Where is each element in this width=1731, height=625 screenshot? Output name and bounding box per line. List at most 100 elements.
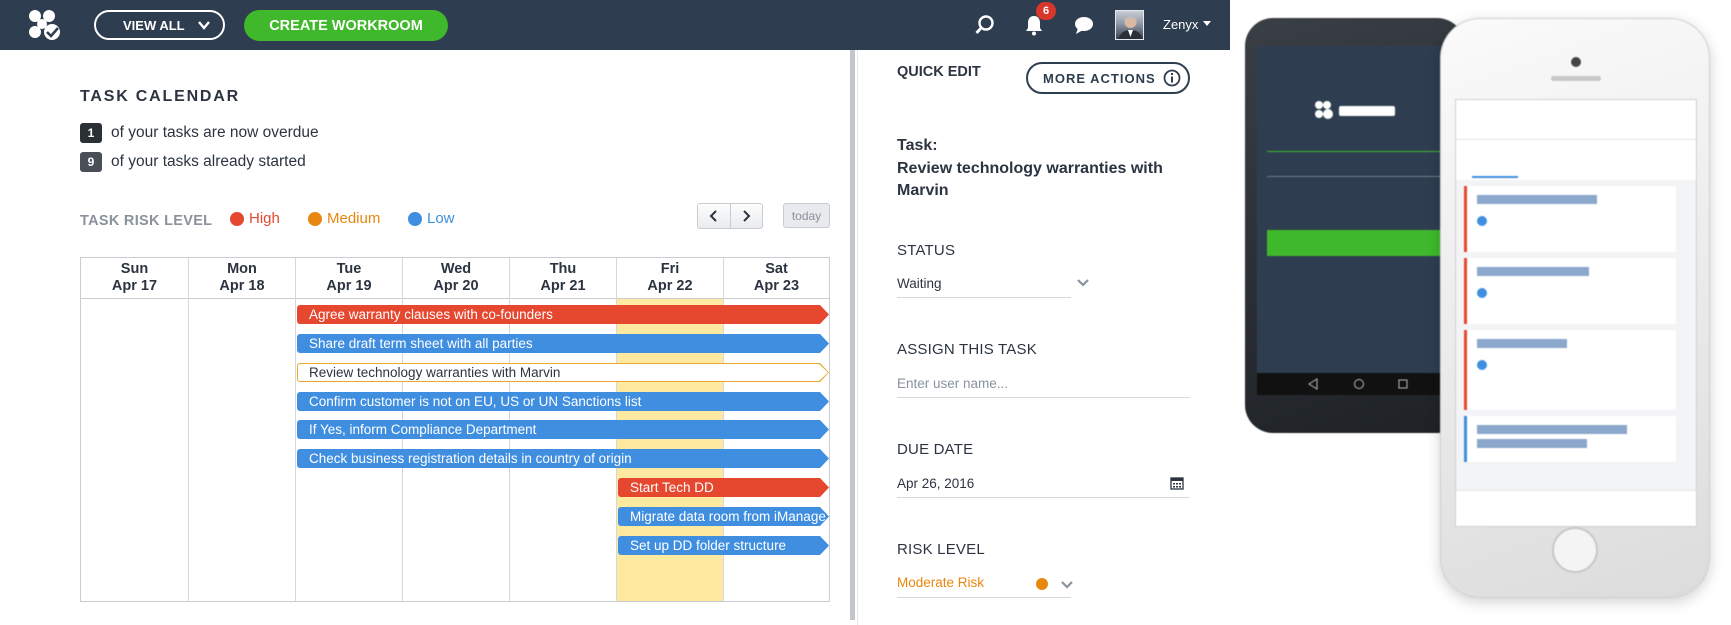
iphone-camera — [1571, 57, 1581, 67]
calendar-icon[interactable] — [1170, 476, 1184, 490]
overdue-stat: 1 of your tasks are now overdue — [80, 123, 319, 143]
create-workroom-button[interactable]: CREATE WORKROOM — [244, 10, 448, 41]
legend-medium: Medium — [308, 210, 380, 227]
high-dot-icon — [230, 211, 244, 226]
event-bar[interactable]: Agree warranty clauses with co-founders — [297, 305, 829, 324]
event-bar[interactable]: Set up DD folder structure — [618, 536, 829, 555]
legend-high-label: High — [249, 210, 280, 227]
card-title-blur — [1477, 339, 1567, 348]
view-all-label: VIEW ALL — [123, 17, 185, 33]
more-actions-button[interactable]: MORE ACTIONS — [1026, 62, 1190, 94]
iphone-card — [1464, 186, 1676, 252]
info-icon — [1163, 69, 1181, 87]
iphone-card — [1464, 258, 1676, 324]
status-chevron-down-icon[interactable] — [1076, 278, 1090, 288]
more-actions-label: MORE ACTIONS — [1043, 70, 1156, 86]
day-date: Apr 17 — [111, 278, 158, 294]
next-week-button[interactable] — [729, 204, 763, 228]
android-screen — [1257, 46, 1455, 386]
today-button[interactable]: today — [783, 203, 830, 228]
day-header: Thu Apr 21 — [510, 258, 616, 299]
day-name: Sat — [765, 261, 788, 277]
day-date: Apr 23 — [753, 278, 800, 294]
task-name: Review technology warranties with Marvin — [897, 160, 1163, 199]
legend-medium-label: Medium — [327, 210, 381, 227]
risk-level-label: RISK LEVEL — [897, 541, 985, 558]
day-name: Thu — [549, 261, 577, 277]
day-date: Apr 21 — [540, 278, 586, 294]
due-date-input[interactable]: Apr 26, 2016 — [897, 476, 974, 491]
zenyx-wordmark-logo — [1315, 101, 1395, 119]
day-name: Mon — [227, 261, 257, 277]
prev-week-button[interactable] — [698, 204, 730, 228]
card-title-blur — [1477, 425, 1627, 434]
event-bar[interactable]: Start Tech DD — [618, 478, 829, 497]
user-avatar[interactable] — [1115, 10, 1144, 40]
event-bar[interactable]: Confirm customer is not on EU, US or UN … — [297, 392, 829, 411]
overdue-count-badge: 1 — [80, 123, 102, 143]
iphone-screen — [1455, 99, 1697, 527]
event-bar[interactable]: Migrate data room from iManage — [618, 507, 829, 526]
risk-level-select[interactable]: Moderate Risk — [897, 575, 984, 590]
event-bar[interactable]: If Yes, inform Compliance Department — [297, 420, 829, 439]
view-all-button[interactable]: VIEW ALL — [94, 10, 225, 40]
card-title-blur — [1477, 267, 1589, 276]
event-bar-label: Review technology warranties with Marvin — [298, 364, 828, 381]
started-count-badge: 9 — [80, 152, 102, 172]
day-header: Wed Apr 20 — [403, 258, 509, 299]
week-calendar-grid: Sun Apr 17 Mon Apr 18 Tue Apr 19 Wed Apr 20 … — [80, 257, 830, 602]
day-header: Sun Apr 17 — [81, 258, 188, 299]
risk-dot-icon — [1036, 578, 1048, 590]
create-workroom-label: CREATE WORKROOM — [269, 17, 423, 34]
day-date: Apr 22 — [647, 278, 693, 294]
top-navigation-bar: VIEW ALL CREATE WORKROOM 6 Zenyx — [0, 0, 1230, 50]
user-name[interactable]: Zenyx — [1163, 17, 1198, 32]
status-select[interactable]: Waiting — [897, 276, 942, 291]
card-title-blur — [1477, 195, 1597, 204]
android-nav-icons — [1308, 378, 1408, 390]
event-bar-selected[interactable]: Review technology warranties with Marvin — [297, 363, 829, 382]
day-name: Tue — [336, 261, 362, 277]
user-menu-caret-icon[interactable] — [1203, 21, 1211, 26]
risk-chevron-down-icon[interactable] — [1060, 580, 1074, 590]
iphone-home-button — [1552, 527, 1598, 573]
login-button-image — [1267, 230, 1455, 256]
zenyx-logo-icon[interactable] — [26, 9, 62, 41]
day-column-sun[interactable]: Sun Apr 17 — [81, 258, 188, 601]
day-name: Fri — [660, 261, 680, 277]
started-stat: 9 of your tasks already started — [80, 152, 306, 172]
low-dot-icon — [408, 211, 422, 226]
assign-user-input[interactable]: Enter user name... — [897, 376, 1008, 391]
day-header: Sat Apr 23 — [724, 258, 829, 299]
medium-dot-icon — [308, 211, 322, 226]
day-column-mon[interactable]: Mon Apr 18 — [188, 258, 295, 601]
day-header: Tue Apr 19 — [296, 258, 402, 299]
chevron-right-icon — [743, 210, 751, 222]
status-label: STATUS — [897, 242, 956, 259]
event-bar[interactable]: Check business registration details in c… — [297, 449, 829, 468]
card-title-blur — [1477, 439, 1587, 448]
risk-underline — [897, 597, 1071, 598]
task-risk-level-label: TASK RISK LEVEL — [80, 213, 213, 229]
card-avatar-dot — [1477, 216, 1487, 226]
calendar-nav-buttons — [697, 203, 763, 229]
day-date: Apr 19 — [326, 278, 372, 294]
event-bar[interactable]: Share draft term sheet with all parties — [297, 334, 829, 353]
iphone-tabbar — [1456, 490, 1696, 526]
chat-icon[interactable] — [1073, 14, 1095, 36]
username-underline — [1267, 151, 1445, 152]
legend-low: Low — [408, 210, 455, 227]
panel-resize-handle[interactable] — [850, 50, 855, 620]
assign-underline — [897, 397, 1190, 398]
chevron-down-icon — [198, 21, 210, 30]
avatar-portrait-icon — [1118, 16, 1143, 39]
search-icon[interactable] — [974, 14, 996, 36]
task-calendar-title: TASK CALENDAR — [80, 88, 240, 105]
android-phone-image — [1245, 18, 1465, 433]
iphone-image — [1440, 18, 1710, 598]
password-underline — [1267, 176, 1445, 177]
iphone-speaker — [1551, 76, 1601, 81]
day-date: Apr 20 — [433, 278, 479, 294]
day-name: Sun — [120, 261, 149, 277]
legend-high: High — [230, 210, 280, 227]
